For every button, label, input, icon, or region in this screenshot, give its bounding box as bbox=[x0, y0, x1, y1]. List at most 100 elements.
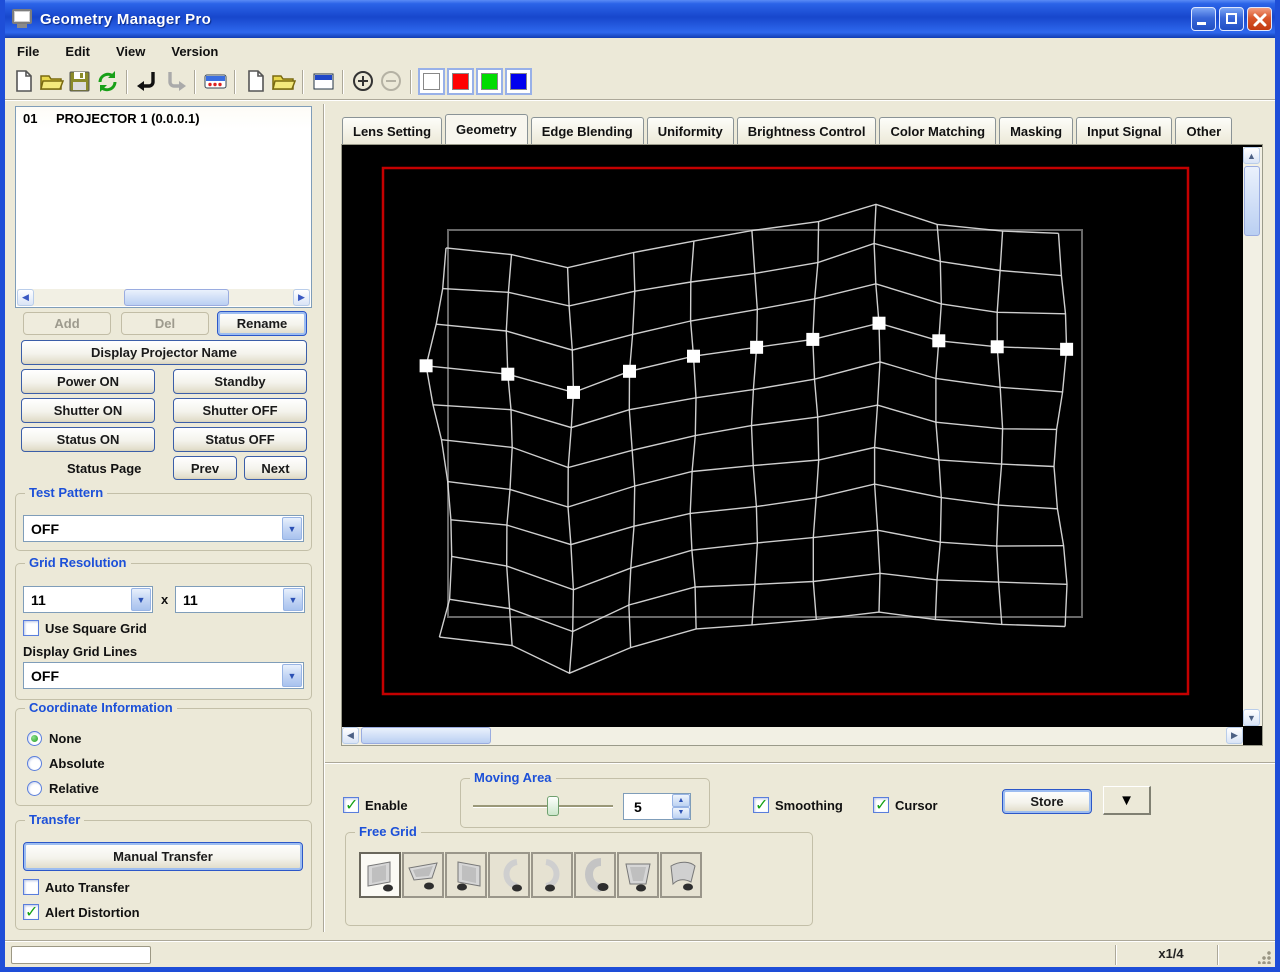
grid-handle[interactable] bbox=[872, 316, 886, 330]
shutter-on-button[interactable]: Shutter ON bbox=[21, 398, 155, 423]
scroll-thumb[interactable] bbox=[124, 289, 229, 306]
free-grid-mode-curve-small-icon[interactable] bbox=[660, 852, 702, 898]
resize-grip[interactable] bbox=[1258, 950, 1272, 964]
scroll-right-icon[interactable]: ▶ bbox=[1226, 727, 1243, 744]
window-frame-icon[interactable] bbox=[309, 68, 337, 96]
tab-lens-setting[interactable]: Lens Setting bbox=[342, 117, 443, 144]
shutter-off-button[interactable]: Shutter OFF bbox=[173, 398, 307, 423]
menu-edit[interactable]: Edit bbox=[65, 44, 90, 59]
moving-area-slider[interactable] bbox=[473, 796, 613, 816]
close-button[interactable] bbox=[1247, 7, 1272, 31]
zoom-out-icon-disabled[interactable] bbox=[377, 68, 405, 96]
new-window-icon[interactable] bbox=[241, 68, 269, 96]
free-grid-mode-sphere-curve-icon[interactable] bbox=[574, 852, 616, 898]
power-on-button[interactable]: Power ON bbox=[21, 369, 155, 394]
grid-handle[interactable] bbox=[990, 340, 1004, 354]
free-grid-mode-screen-tilt-right-icon[interactable] bbox=[359, 852, 401, 898]
del-button[interactable]: Del bbox=[121, 312, 209, 335]
minimize-button[interactable] bbox=[1191, 7, 1216, 31]
menu-file[interactable]: File bbox=[17, 44, 39, 59]
menu-view[interactable]: View bbox=[116, 44, 145, 59]
scroll-track[interactable] bbox=[1243, 164, 1262, 709]
scroll-thumb[interactable] bbox=[1244, 166, 1260, 236]
grid-handle[interactable] bbox=[419, 359, 433, 373]
test-pattern-select[interactable]: OFF ▼ bbox=[23, 515, 304, 542]
grid-handle[interactable] bbox=[567, 385, 580, 399]
grid-handle[interactable] bbox=[501, 367, 515, 381]
scroll-up-icon[interactable]: ▲ bbox=[1243, 147, 1260, 164]
display-config-icon[interactable] bbox=[201, 68, 229, 96]
store-dropdown-button[interactable]: ▼ bbox=[1103, 786, 1151, 815]
status-page-next-button[interactable]: Next bbox=[244, 456, 307, 480]
store-button[interactable]: Store bbox=[1002, 789, 1092, 814]
scroll-left-icon[interactable]: ◀ bbox=[342, 727, 359, 744]
free-grid-mode-screen-tilt-left-icon[interactable] bbox=[445, 852, 487, 898]
free-grid-mode-screen-rear-icon[interactable] bbox=[617, 852, 659, 898]
tab-masking[interactable]: Masking bbox=[999, 117, 1074, 144]
spin-down-icon[interactable]: ▼ bbox=[672, 806, 690, 819]
grid-mesh[interactable] bbox=[342, 147, 1243, 726]
spin-up-icon[interactable]: ▲ bbox=[672, 794, 690, 807]
refresh-icon[interactable] bbox=[93, 68, 121, 96]
add-button[interactable]: Add bbox=[23, 312, 111, 335]
grid-handle[interactable] bbox=[623, 364, 636, 378]
manual-transfer-button[interactable]: Manual Transfer bbox=[23, 842, 303, 871]
tab-input-signal[interactable]: Input Signal bbox=[1076, 117, 1173, 144]
open-window-icon[interactable] bbox=[269, 68, 297, 96]
use-square-grid-checkbox[interactable]: Use Square Grid bbox=[23, 620, 147, 636]
display-projector-name-button[interactable]: Display Projector Name bbox=[21, 340, 307, 365]
coordinate-radio-relative[interactable]: Relative bbox=[27, 776, 297, 801]
scroll-thumb[interactable] bbox=[361, 727, 491, 744]
grid-handle[interactable] bbox=[687, 349, 700, 363]
slider-track[interactable] bbox=[473, 805, 613, 808]
tab-color-matching[interactable]: Color Matching bbox=[879, 117, 997, 144]
cursor-checkbox[interactable]: ✓ Cursor bbox=[873, 797, 938, 814]
grid-handle[interactable] bbox=[750, 340, 764, 354]
auto-transfer-checkbox[interactable]: Auto Transfer bbox=[23, 879, 130, 895]
tab-uniformity[interactable]: Uniformity bbox=[646, 117, 734, 144]
standby-button[interactable]: Standby bbox=[173, 369, 307, 394]
canvas-hscrollbar[interactable]: ◀ ▶ bbox=[342, 727, 1243, 745]
grid-v-select[interactable]: 11 ▼ bbox=[175, 586, 305, 613]
scroll-right-icon[interactable]: ▶ bbox=[293, 289, 310, 306]
grid-h-select[interactable]: 11 ▼ bbox=[23, 586, 153, 613]
save-file-icon[interactable] bbox=[65, 68, 93, 96]
rename-button[interactable]: Rename bbox=[217, 311, 307, 336]
new-file-icon[interactable] bbox=[9, 68, 37, 96]
projector-list-hscrollbar[interactable]: ◀ ▶ bbox=[17, 289, 310, 306]
tab-edge-blending[interactable]: Edge Blending bbox=[530, 117, 644, 144]
status-off-button[interactable]: Status OFF bbox=[173, 427, 307, 452]
moving-area-spinner[interactable]: 5 ▲ ▼ bbox=[623, 793, 691, 820]
tab-geometry[interactable]: Geometry bbox=[445, 114, 528, 144]
canvas-vscrollbar[interactable]: ▲ ▼ bbox=[1243, 147, 1262, 726]
swatch-green[interactable] bbox=[476, 68, 503, 95]
tab-other[interactable]: Other bbox=[1175, 117, 1233, 144]
undo-icon[interactable] bbox=[133, 68, 161, 96]
grid-handle[interactable] bbox=[932, 334, 946, 348]
chevron-down-icon[interactable]: ▼ bbox=[282, 517, 302, 540]
slider-thumb[interactable] bbox=[547, 796, 559, 816]
chevron-down-icon[interactable]: ▼ bbox=[282, 664, 302, 687]
grid-handle[interactable] bbox=[806, 332, 820, 346]
status-on-button[interactable]: Status ON bbox=[21, 427, 155, 452]
display-grid-lines-select[interactable]: OFF ▼ bbox=[23, 662, 304, 689]
menu-version[interactable]: Version bbox=[171, 44, 218, 59]
free-grid-mode-curve-open-left-icon[interactable] bbox=[531, 852, 573, 898]
smoothing-checkbox[interactable]: ✓ Smoothing bbox=[753, 797, 843, 814]
projector-list-item[interactable]: 01 PROJECTOR 1 (0.0.0.1) bbox=[16, 107, 311, 129]
coordinate-radio-absolute[interactable]: Absolute bbox=[27, 751, 297, 776]
free-grid-mode-curve-open-right-icon[interactable] bbox=[488, 852, 530, 898]
projector-list[interactable]: 01 PROJECTOR 1 (0.0.0.1) ◀ ▶ bbox=[15, 106, 312, 308]
zoom-in-icon[interactable] bbox=[349, 68, 377, 96]
swatch-white[interactable] bbox=[418, 68, 445, 95]
grid-handle[interactable] bbox=[1060, 342, 1074, 356]
scroll-left-icon[interactable]: ◀ bbox=[17, 289, 34, 306]
free-grid-mode-screen-top-tilt-icon[interactable] bbox=[402, 852, 444, 898]
enable-checkbox[interactable]: ✓ Enable bbox=[343, 797, 408, 814]
chevron-down-icon[interactable]: ▼ bbox=[283, 588, 303, 611]
tab-brightness-control[interactable]: Brightness Control bbox=[736, 117, 877, 144]
alert-distortion-checkbox[interactable]: ✓ Alert Distortion bbox=[23, 904, 140, 921]
swatch-red[interactable] bbox=[447, 68, 474, 95]
geometry-canvas[interactable] bbox=[342, 147, 1243, 726]
redo-icon-disabled[interactable] bbox=[161, 68, 189, 96]
